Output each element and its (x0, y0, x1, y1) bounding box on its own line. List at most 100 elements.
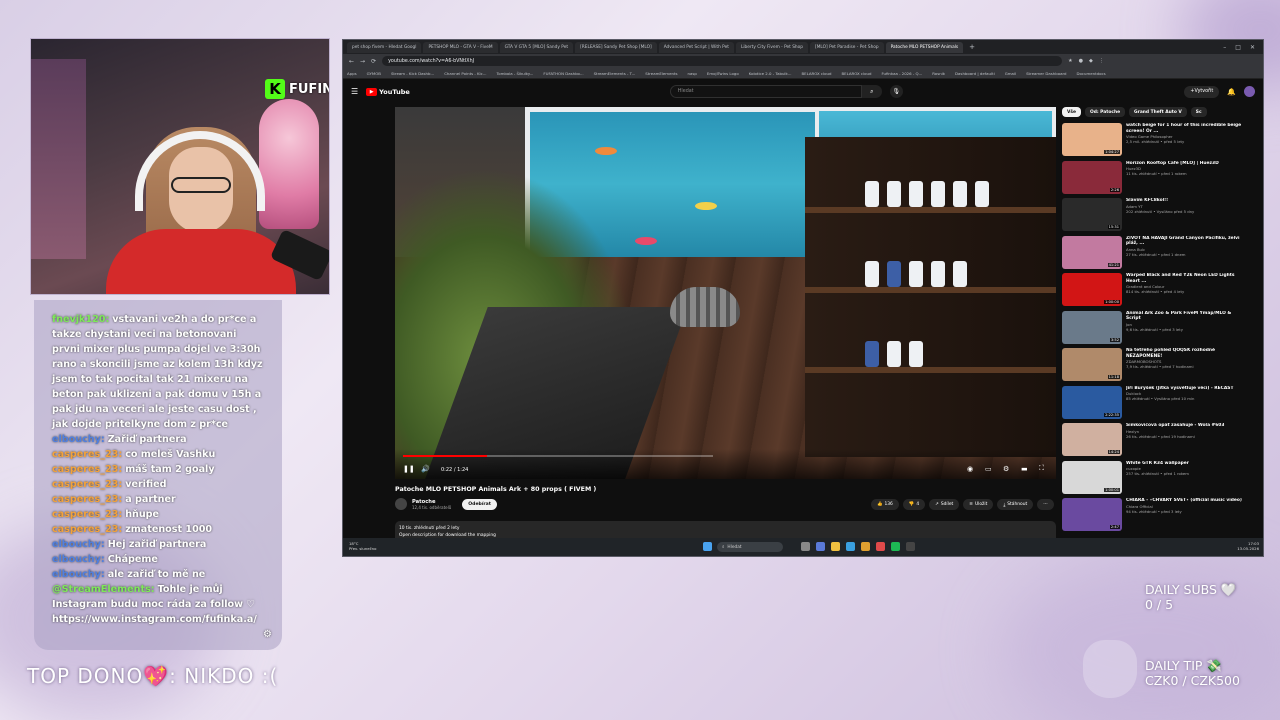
bookmark-item[interactable]: Kolotice 2.0 - Tabulk... (749, 71, 792, 76)
recommended-video[interactable]: 3:52 Animal Ark Zoo & Park FiveM Ymap/MLO… (1062, 310, 1262, 349)
download-button[interactable]: ⤓ Stáhnout (997, 499, 1034, 510)
video-thumbnail[interactable]: 1:04:27 (1062, 123, 1122, 156)
reload-icon[interactable]: ⟳ (371, 58, 376, 65)
recommended-video[interactable]: 2:47 CHIARA - ⋆CHVARY SVĚT⋆ (official mus… (1062, 498, 1262, 536)
progress-bar[interactable] (403, 455, 713, 457)
bookmark-item[interactable]: StreamElements (645, 71, 677, 76)
browser-tab[interactable]: GTA V GTA 5 [MLO] Sandy Pet (499, 41, 574, 53)
subscribe-button[interactable]: Odebírat (462, 498, 497, 510)
menu-icon[interactable]: ⋮ (1099, 58, 1104, 64)
app-icon[interactable] (816, 542, 825, 551)
fullscreen-icon[interactable]: ⛶ (1039, 464, 1044, 473)
video-thumbnail[interactable]: 15:31 (1062, 198, 1122, 231)
recommended-video[interactable]: 2:26 Horizon Rooftop Cafe [MLO] | Huez3D H… (1062, 160, 1262, 199)
voice-search-icon[interactable]: 🎙 (889, 85, 903, 98)
bookmark-item[interactable]: GYMOB (367, 71, 381, 76)
new-tab-button[interactable]: + (965, 43, 979, 51)
video-title[interactable]: Jiří Burýšek (Jitka vysvětluje věci) - R… (1126, 386, 1246, 392)
video-title[interactable]: watch beige for 1 hour of this incredibl… (1126, 123, 1246, 134)
filter-chip[interactable]: Od: Patoche (1085, 107, 1126, 117)
recommended-video[interactable]: 14:24 Šimkovičová opäť zasahuje - Wola #6… (1062, 423, 1262, 461)
system-tray-clock[interactable]: 17:03 13.05.2026 (1237, 541, 1259, 551)
settings-icon[interactable]: ⚙ (1003, 465, 1009, 473)
app-icon[interactable] (846, 542, 855, 551)
filter-chip[interactable]: Sc (1190, 107, 1207, 117)
bookmark-item[interactable]: Gmail (1005, 71, 1016, 76)
video-thumbnail[interactable]: 2:26 (1062, 160, 1122, 194)
url-field[interactable]: youtube.com/watch?v=A6-bVNtIXhJ (382, 56, 1063, 66)
file-explorer-icon[interactable] (831, 542, 840, 551)
recommended-video[interactable]: 11:18 Na tetřeho pohled QOQSK rozhodně NE… (1062, 348, 1262, 386)
hamburger-menu-icon[interactable]: ☰ (351, 87, 358, 96)
video-title[interactable]: Animal Ark Zoo & Park FiveM Ymap/MLO & S… (1126, 311, 1246, 322)
browser-tab[interactable]: Advanced Pet Script | With Pet (658, 41, 734, 53)
video-title[interactable]: CHIARA - ⋆CHVARY SVĚT⋆ (official music v… (1126, 498, 1246, 504)
save-button[interactable]: ≡ Uložit (963, 499, 994, 510)
browser-tab[interactable]: Patoche MLO PETSHOP Animals (885, 41, 964, 53)
bookmark-item[interactable]: Streamer Dashboard (1026, 71, 1066, 76)
browser-tab[interactable]: [RELEASE] Sandy Pet Shop [MLO] (575, 41, 657, 53)
browser-tab[interactable]: Liberty City Fivem - Pet Shop (735, 41, 809, 53)
create-button[interactable]: + Vytvořit (1184, 85, 1220, 98)
recommended-video[interactable]: 15:31 Slavím KFC8kol!! Adam YT 202 zhlédnut… (1062, 198, 1262, 236)
filter-chip[interactable]: Grand Theft Auto V (1129, 107, 1187, 117)
minimize-icon[interactable]: – (1223, 44, 1226, 51)
bookmark-item[interactable]: Dashboard | defaulti (955, 71, 995, 76)
taskbar-search-input[interactable]: ⌕ Hledat (717, 542, 783, 552)
bookmark-item[interactable]: nasp (688, 71, 697, 76)
video-title[interactable]: Warped Black and Red Y2k Neon LED Lights… (1126, 273, 1246, 284)
windows-start-icon[interactable] (703, 542, 712, 551)
extension-icon[interactable]: ◆ (1089, 58, 1093, 64)
chrome-icon[interactable] (861, 542, 870, 551)
chat-settings-icon[interactable]: ⚙ (263, 627, 272, 642)
bookmark-item[interactable]: Apps (347, 71, 357, 76)
bookmark-item[interactable]: Fufinkaa - 2026 - Q... (881, 71, 922, 76)
video-title[interactable]: ŽIVOT NA HAVAJI Grand Canyon Pacifiku, ž… (1126, 236, 1246, 247)
bookmark-item[interactable]: StreamElements - T... (594, 71, 636, 76)
recommended-video[interactable]: 1:04:27 watch beige for 1 hour of this in… (1062, 123, 1262, 161)
recommended-video[interactable]: 1:00:01 White GTR R34 wallpaper cuxxpie 257… (1062, 460, 1262, 499)
bookmark-item[interactable]: Channel Points - Kic... (444, 71, 486, 76)
youtube-logo[interactable]: ▶ YouTube (366, 87, 410, 96)
bookmark-item[interactable]: BELAROX cloud (841, 71, 871, 76)
bookmark-item[interactable]: Tombola - Šikulky... (496, 71, 533, 76)
bookmark-item[interactable]: Documentdocs (1076, 71, 1105, 76)
video-thumbnail[interactable]: 14:24 (1062, 423, 1122, 456)
video-thumbnail[interactable]: 11:18 (1062, 348, 1122, 381)
search-icon[interactable]: ⌕ (861, 85, 882, 98)
spotify-icon[interactable] (891, 542, 900, 551)
bookmark-item[interactable]: Rosnik (932, 71, 945, 76)
forward-icon[interactable]: → (360, 58, 365, 65)
bookmark-item[interactable]: Stream - Kick Dashb... (391, 71, 434, 76)
video-thumbnail[interactable]: 1:00:01 (1062, 460, 1122, 494)
dislike-button[interactable]: 👎 4 (902, 499, 926, 510)
video-thumbnail[interactable]: 2:47 (1062, 498, 1122, 531)
browser-tab[interactable]: pet shop fivem - Hledat Googl (347, 41, 422, 53)
recommended-video[interactable]: 41:21 ŽIVOT NA HAVAJI Grand Canyon Pacifi… (1062, 235, 1262, 274)
back-icon[interactable]: ← (349, 58, 354, 65)
share-button[interactable]: ↗ Sdílet (929, 499, 960, 510)
browser-tab[interactable]: [MLO] Pet Paradise - Pet Shop (810, 41, 884, 53)
recommended-video[interactable]: 1:00:00 Warped Black and Red Y2k Neon LED… (1062, 273, 1262, 311)
video-thumbnail[interactable]: 3:52 (1062, 310, 1122, 344)
volume-icon[interactable]: 🔊 (421, 465, 430, 473)
notifications-icon[interactable]: 🔔 (1227, 88, 1236, 96)
account-avatar[interactable] (1244, 86, 1255, 97)
video-title[interactable]: Na tetřeho pohled QOQSK rozhodně NEZAPOM… (1126, 348, 1246, 359)
browser-tab[interactable]: PETSHOP MLO - GTA V - FiveM (423, 41, 498, 53)
bookmark-item[interactable]: EmojiTwins Logo (707, 71, 739, 76)
video-thumbnail[interactable]: 41:21 (1062, 235, 1122, 269)
video-thumbnail[interactable]: 2:22:35 (1062, 385, 1122, 419)
more-actions-icon[interactable]: ⋯ (1037, 499, 1054, 510)
like-button[interactable]: 👍 136 (871, 499, 899, 510)
obs-icon[interactable] (906, 542, 915, 551)
filter-chip[interactable]: Vše (1062, 107, 1081, 117)
extension-icon[interactable]: ★ (1068, 58, 1072, 64)
extension-icon[interactable]: ● (1079, 58, 1083, 64)
recommended-video[interactable]: 2:22:35 Jiří Burýšek (Jitka vysvětluje vě… (1062, 385, 1262, 424)
video-thumbnail[interactable]: 1:00:00 (1062, 273, 1122, 306)
weather-widget[interactable]: 18°C Přev. slunečno (349, 541, 376, 551)
channel-avatar[interactable] (395, 498, 407, 510)
pause-icon[interactable]: ❚❚ (403, 465, 415, 473)
theater-mode-icon[interactable]: ▬ (1021, 465, 1028, 473)
